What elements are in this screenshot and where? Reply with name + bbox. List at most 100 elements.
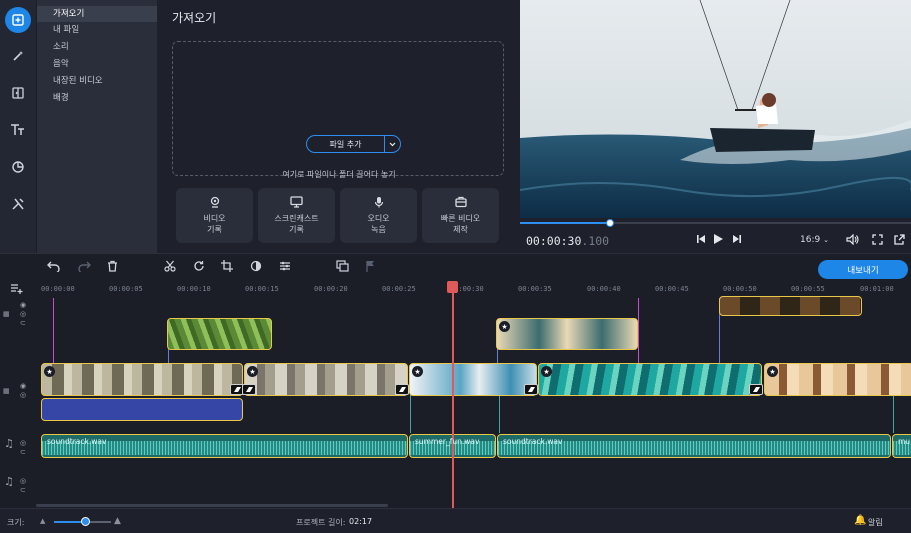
tools-icon[interactable]: [5, 191, 31, 217]
marker-flag-icon[interactable]: [365, 260, 376, 276]
volume-icon[interactable]: [846, 233, 859, 248]
visibility-icon[interactable]: ◉: [20, 382, 26, 391]
record-screencast-button[interactable]: 스크린캐스트 기록: [258, 188, 335, 243]
timecode-main: 00:00:30: [526, 234, 582, 248]
lock-icon[interactable]: ⊂: [20, 448, 26, 457]
lock-icon[interactable]: ⊂: [20, 319, 26, 328]
export-button[interactable]: 내보내기: [818, 260, 908, 279]
color-adjust-icon[interactable]: [250, 260, 262, 276]
crop-icon[interactable]: [221, 260, 233, 276]
record-screencast-line2: 기록: [289, 225, 304, 234]
record-video-line1: 비디오: [203, 214, 226, 223]
record-video-button[interactable]: 비디오 기록: [176, 188, 253, 243]
fullscreen-icon[interactable]: [872, 234, 883, 248]
title-clip[interactable]: [41, 398, 243, 421]
notifications-label[interactable]: 알림: [868, 517, 883, 528]
transition-icon[interactable]: [242, 384, 256, 395]
sticker-icon[interactable]: [5, 154, 31, 180]
overlay-clip[interactable]: ★: [496, 318, 638, 350]
playback-progress[interactable]: [520, 222, 911, 224]
audio-clip-name: mu: [898, 437, 911, 446]
record-screencast-line1: 스크린캐스트: [274, 214, 319, 223]
ruler-tick: 00:00:50: [723, 285, 757, 293]
sidebar-item-backgrounds[interactable]: 배경: [37, 90, 157, 106]
video-preview[interactable]: [520, 0, 911, 218]
drop-zone[interactable]: 파일 추가 여기로 파일이나 폴더 끌어다 놓기: [172, 41, 504, 179]
mute-icon[interactable]: ◎: [20, 310, 26, 319]
timeline-scrollbar[interactable]: [36, 504, 388, 507]
zoom-slider-handle[interactable]: [81, 517, 91, 526]
visibility-icon[interactable]: ◉: [20, 301, 26, 310]
transition-icon[interactable]: [395, 384, 409, 395]
transitions-icon[interactable]: [5, 80, 31, 106]
music-note-icon: ♫: [4, 437, 14, 450]
project-length-value: 02:17: [349, 517, 373, 526]
audio-clip[interactable]: soundtrack.wav: [497, 434, 891, 458]
monitor-icon: [290, 196, 303, 210]
record-audio-button[interactable]: 오디오 녹음: [340, 188, 417, 243]
playhead-handle[interactable]: [447, 281, 458, 293]
video-clip[interactable]: ★: [409, 363, 537, 396]
sidebar-item-my-files[interactable]: 내 파일: [37, 22, 157, 38]
mute-icon[interactable]: ◎: [20, 391, 26, 400]
overlay-icon[interactable]: [336, 260, 349, 276]
record-video-line2: 기록: [207, 225, 222, 234]
size-label: 크기:: [7, 518, 25, 527]
lock-icon[interactable]: ⊂: [20, 486, 26, 495]
play-icon[interactable]: [713, 233, 724, 248]
bell-icon[interactable]: 🔔: [854, 515, 866, 526]
skip-forward-icon[interactable]: [732, 234, 742, 247]
rotate-icon[interactable]: [193, 260, 205, 276]
panel-title: 가져오기: [172, 11, 217, 25]
sidebar-item-sounds[interactable]: 소리: [37, 39, 157, 55]
sidebar-item-import[interactable]: 가져오기: [37, 6, 157, 22]
quick-video-button[interactable]: 빠른 비디오 제작: [422, 188, 499, 243]
aspect-ratio-select[interactable]: 16:9 ⌄: [800, 235, 829, 245]
magic-wand-icon[interactable]: [5, 43, 31, 69]
ruler-tick: 00:00:55: [791, 285, 825, 293]
video-clip[interactable]: ★: [41, 363, 243, 396]
import-panel: 가져오기 파일 추가 여기로 파일이나 폴더 끌어다 놓기 비디오 기록 스크린…: [157, 0, 520, 253]
add-track-icon[interactable]: [10, 283, 24, 297]
video-clip[interactable]: ★: [764, 363, 911, 396]
text-icon[interactable]: [5, 117, 31, 143]
webcam-icon: [209, 196, 221, 210]
progress-handle[interactable]: [605, 219, 614, 227]
zoom-in-icon[interactable]: ▲: [114, 516, 121, 526]
audio-clip-name: summer_fun.wav: [415, 437, 480, 446]
star-icon: ★: [499, 321, 510, 332]
transition-icon[interactable]: [524, 384, 538, 395]
video-clip[interactable]: ★: [244, 363, 408, 396]
redo-icon[interactable]: [77, 260, 91, 276]
clip-properties-icon[interactable]: [279, 260, 291, 276]
popout-icon[interactable]: [894, 234, 905, 248]
timeline[interactable]: ◉ ◎ ⊂ ▦ ◉ ◎ ▦ ♫ ◎ ⊂ ♫ ◎ ⊂ ★ ★ ★ ★ ★ ★ so…: [0, 296, 911, 508]
overlay-track-icon: ▦: [3, 310, 10, 318]
overlay-track-controls: ◉ ◎ ⊂: [20, 301, 26, 328]
audio-clip[interactable]: mu: [892, 434, 911, 458]
star-icon: ★: [767, 366, 778, 377]
delete-icon[interactable]: [107, 260, 118, 276]
audio-clip[interactable]: soundtrack.wav: [41, 434, 408, 458]
quick-video-icon: [454, 196, 467, 210]
add-file-button[interactable]: 파일 추가: [306, 135, 401, 153]
overlay-clip[interactable]: [167, 318, 272, 350]
video-clip[interactable]: ★: [538, 363, 762, 396]
transition-icon[interactable]: [749, 384, 763, 395]
ruler-tick: 00:01:00: [860, 285, 894, 293]
undo-icon[interactable]: [47, 260, 61, 276]
mute-icon[interactable]: ◎: [20, 477, 26, 486]
record-audio-line2: 녹음: [371, 225, 386, 234]
overlay-clip[interactable]: [719, 296, 862, 316]
zoom-out-icon[interactable]: ▲: [40, 517, 45, 525]
music-note-icon: ♫: [4, 475, 14, 488]
chevron-down-icon[interactable]: [384, 136, 400, 152]
mute-icon[interactable]: ◎: [20, 439, 26, 448]
tool-rail: [0, 0, 36, 253]
sidebar-item-builtin-video[interactable]: 내장된 비디오: [37, 73, 157, 89]
skip-back-icon[interactable]: [696, 234, 706, 247]
timeline-toolbar: 내보내기: [0, 253, 911, 282]
cut-icon[interactable]: [164, 260, 176, 276]
import-icon[interactable]: [5, 7, 31, 33]
sidebar-item-music[interactable]: 음악: [37, 56, 157, 72]
